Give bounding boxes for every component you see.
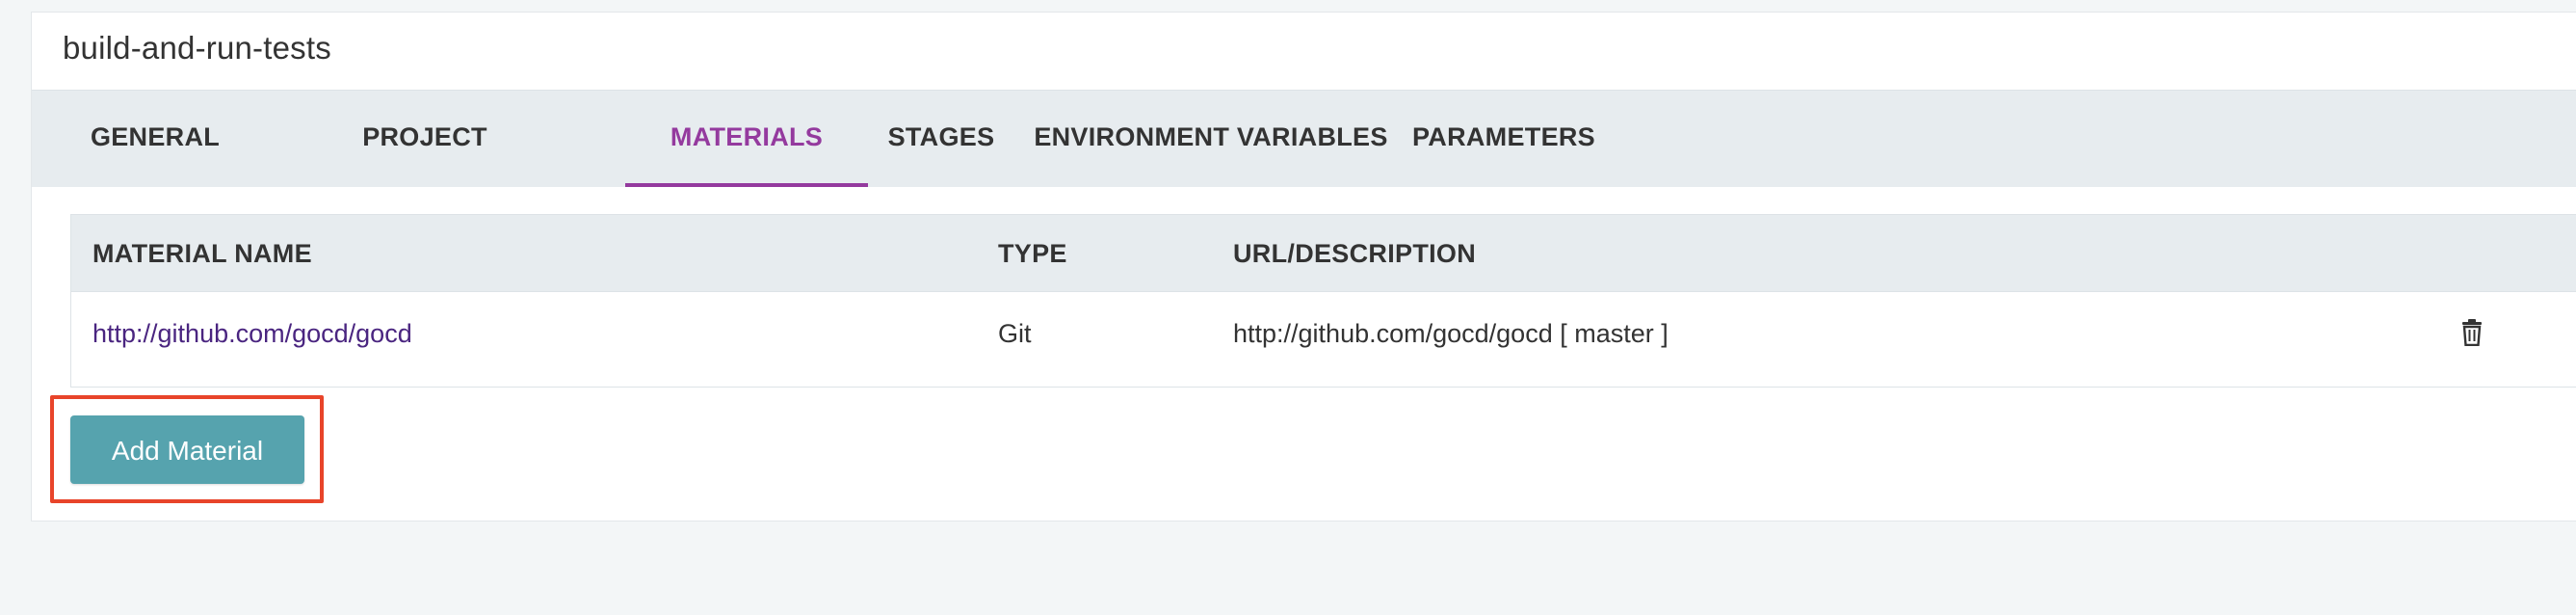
pipeline-panel: build-and-run-tests GENERAL PROJECT MANA… — [31, 12, 2576, 521]
pipeline-title: build-and-run-tests — [63, 30, 331, 66]
tab-project-management[interactable]: PROJECT MANAGEMENT — [278, 91, 571, 244]
materials-table: MATERIAL NAME TYPE URL/DESCRIPTION http:… — [70, 214, 2576, 388]
material-name-link[interactable]: http://github.com/gocd/gocd — [92, 292, 412, 375]
column-header-material-name: MATERIAL NAME — [92, 239, 312, 268]
add-material-button[interactable]: Add Material — [70, 415, 304, 484]
tab-materials[interactable]: MATERIALS — [625, 91, 868, 187]
tab-environment-variables[interactable]: ENVIRONMENT VARIABLES — [1024, 91, 1398, 187]
table-header: MATERIAL NAME TYPE URL/DESCRIPTION — [71, 215, 2576, 292]
tab-general[interactable]: GENERAL — [78, 91, 232, 187]
material-type: Git — [998, 319, 1032, 348]
material-url-description: http://github.com/gocd/gocd [ master ] — [1233, 319, 1669, 348]
column-header-type: TYPE — [998, 239, 1067, 268]
trash-icon[interactable] — [2460, 319, 2484, 347]
tab-parameters[interactable]: PARAMETERS — [1404, 91, 1604, 187]
tab-stages[interactable]: STAGES — [858, 91, 1024, 187]
tab-bar: GENERAL PROJECT MANAGEMENT MATERIALS STA… — [32, 90, 2576, 244]
table-row: http://github.com/gocd/gocd Git http://g… — [71, 292, 2576, 387]
column-header-url-description: URL/DESCRIPTION — [1233, 239, 1477, 268]
